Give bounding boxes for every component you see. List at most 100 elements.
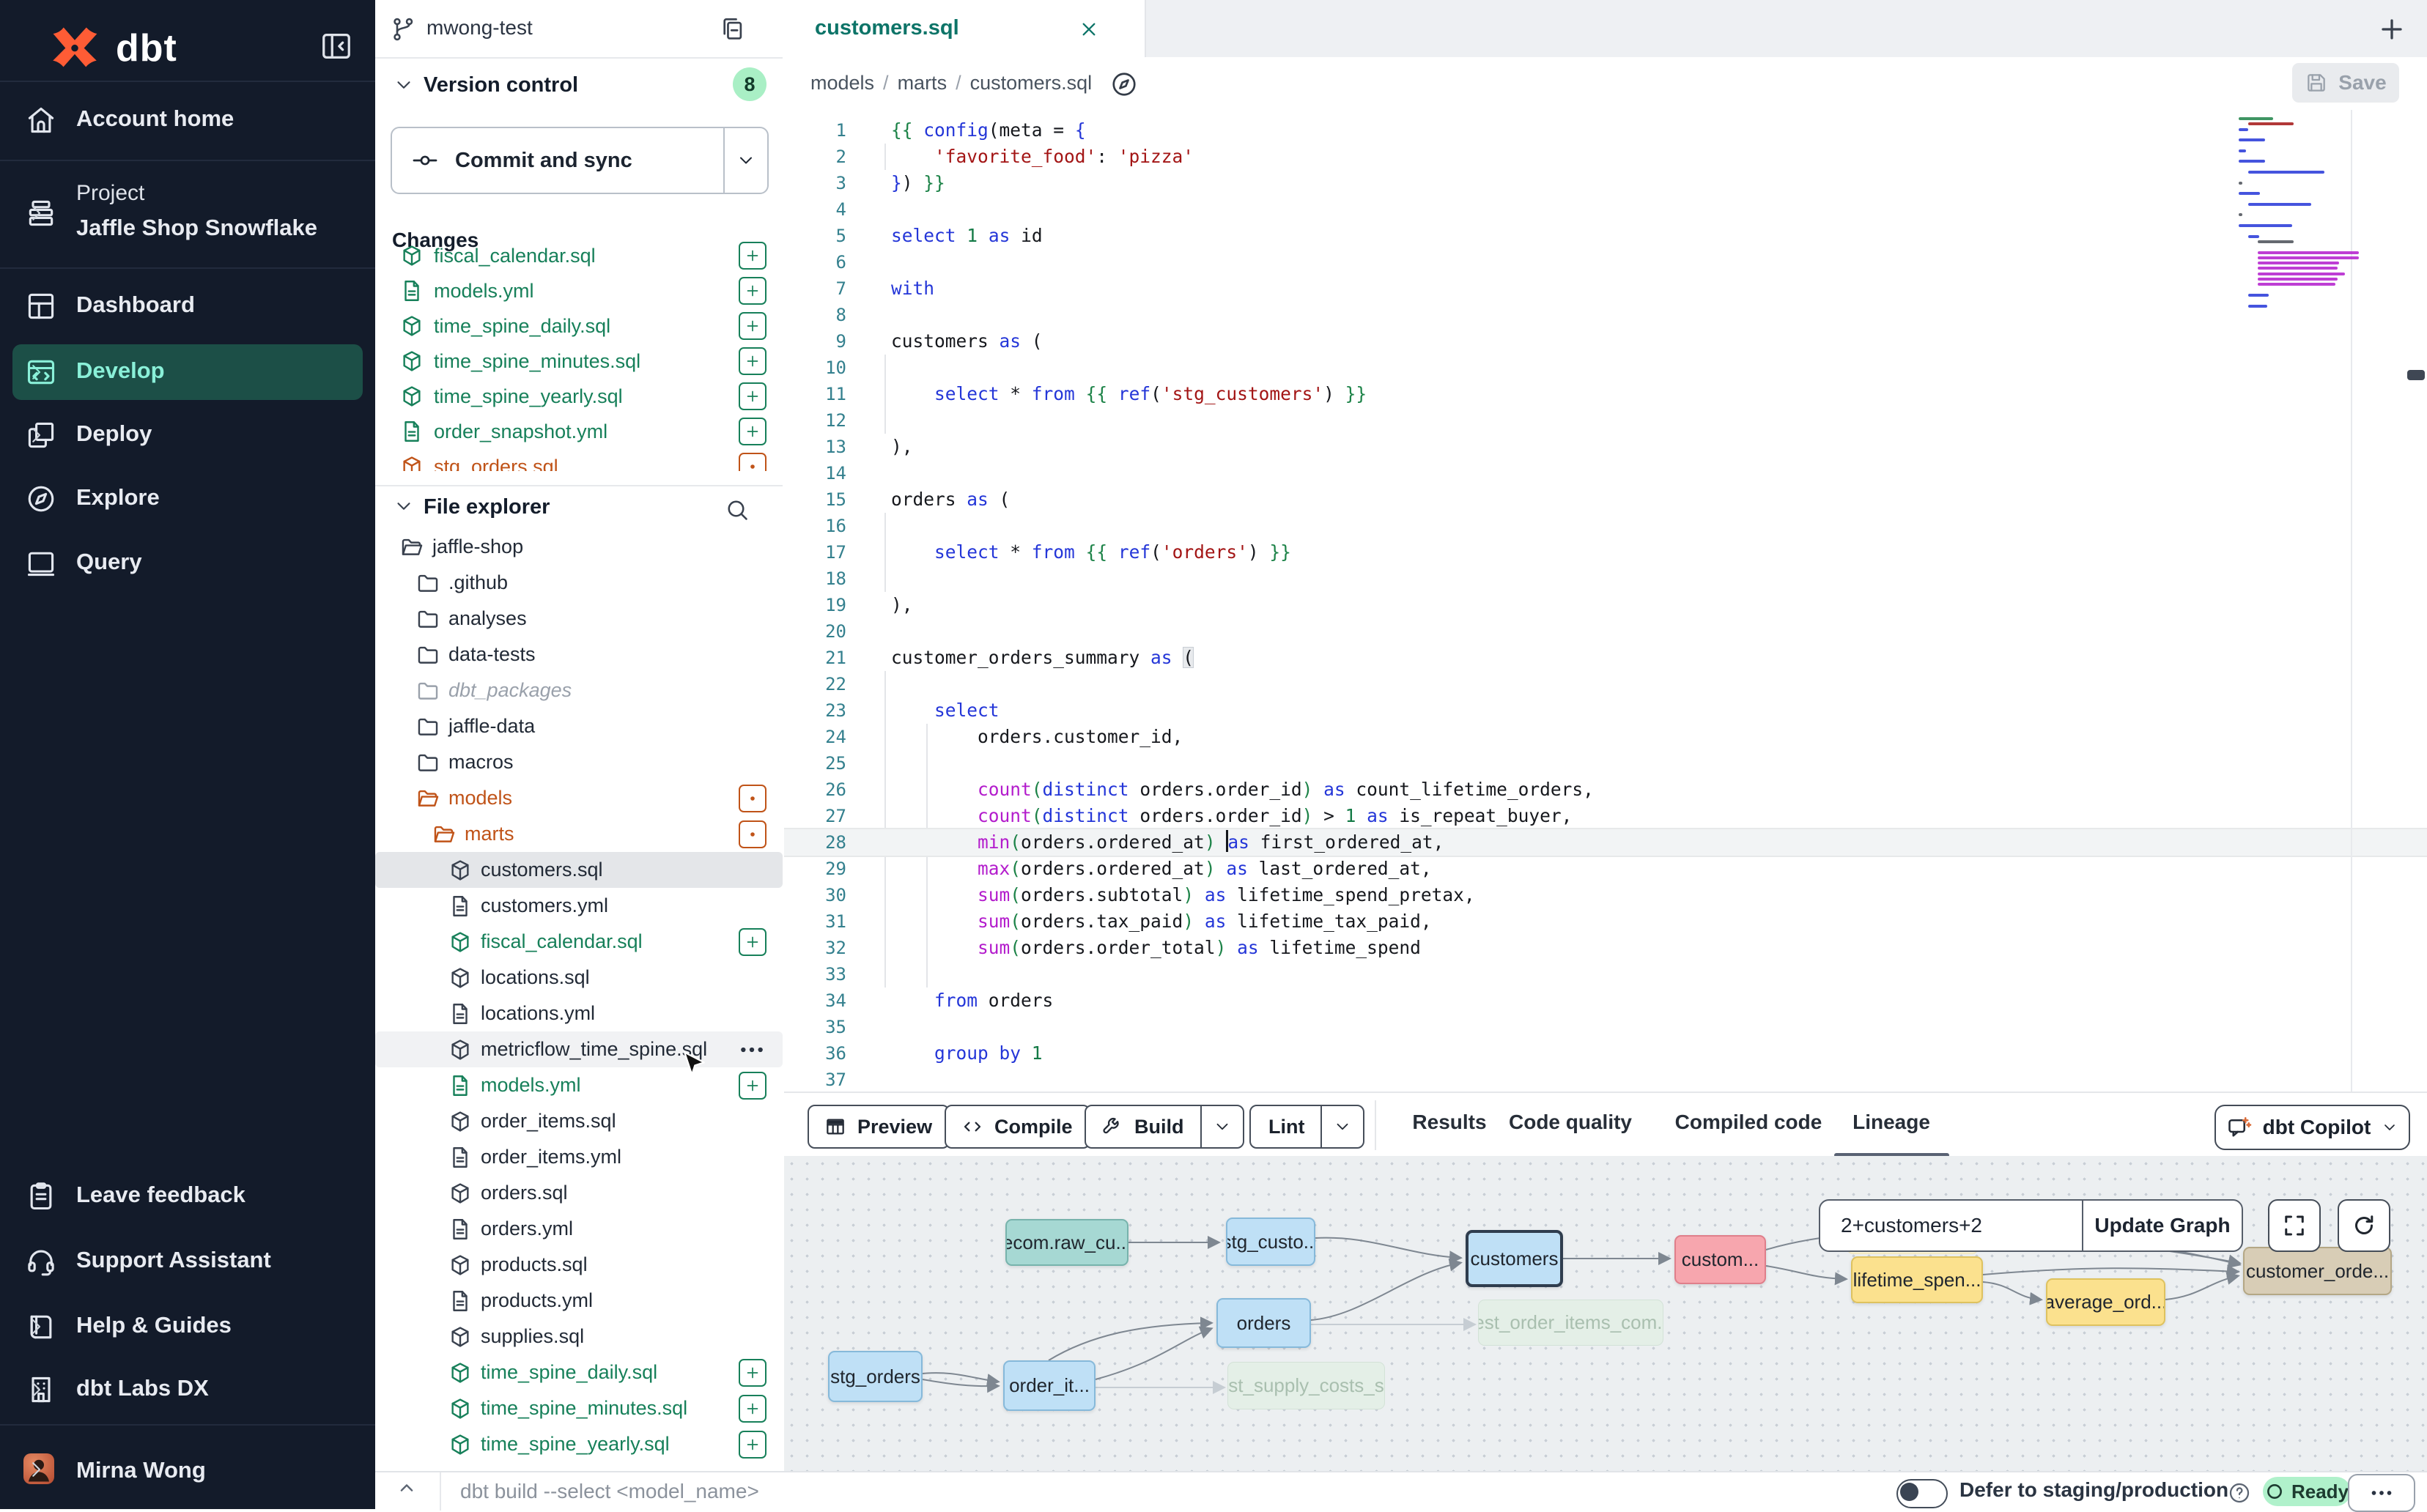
tree-item-order_items.sql[interactable]: order_items.sql	[375, 1103, 783, 1139]
more-options-button[interactable]	[2348, 1474, 2415, 1512]
sidebar-item-develop[interactable]: Develop	[12, 344, 363, 400]
code-line-13[interactable]: 13),	[784, 434, 2427, 460]
code-line-12[interactable]: 12	[784, 407, 2427, 434]
commit-and-sync-button[interactable]: Commit and sync	[391, 127, 769, 194]
code-line-27[interactable]: 27 count(distinct orders.order_id) > 1 a…	[784, 803, 2427, 829]
lineage-node-customers[interactable]: customers	[1466, 1230, 1563, 1287]
tab-compiled-code[interactable]: Compiled code	[1675, 1111, 1822, 1134]
code-line-30[interactable]: 30 sum(orders.subtotal) as lifetime_spen…	[784, 882, 2427, 908]
code-line-2[interactable]: 2 'favorite_food': 'pizza'	[784, 144, 2427, 170]
collapse-panel-icon[interactable]	[394, 1475, 419, 1500]
build-button[interactable]: Build	[1085, 1105, 1244, 1149]
code-line-26[interactable]: 26 count(distinct orders.order_id) as co…	[784, 777, 2427, 803]
stage-file-button[interactable]	[739, 1072, 766, 1100]
code-line-34[interactable]: 34 from orders	[784, 987, 2427, 1014]
tree-item-jaffle-shop[interactable]: jaffle-shop	[375, 529, 783, 565]
close-icon[interactable]	[1077, 18, 1101, 41]
refresh-button[interactable]	[2338, 1199, 2390, 1252]
tree-item-order_items.yml[interactable]: order_items.yml	[375, 1139, 783, 1175]
lineage-node-order_it[interactable]: order_it...	[1003, 1360, 1096, 1411]
code-line-22[interactable]: 22	[784, 671, 2427, 697]
lineage-node-custom[interactable]: custom...	[1674, 1235, 1766, 1284]
lineage-node-orders[interactable]: orders	[1216, 1298, 1311, 1348]
code-line-16[interactable]: 16	[784, 513, 2427, 539]
stage-file-button[interactable]	[739, 277, 766, 305]
stage-file-button[interactable]	[739, 453, 766, 471]
fullscreen-button[interactable]	[2268, 1199, 2321, 1252]
code-line-24[interactable]: 24 orders.customer_id,	[784, 724, 2427, 750]
lint-button[interactable]: Lint	[1249, 1105, 1364, 1149]
tree-item-dbt_packages[interactable]: dbt_packages	[375, 672, 783, 708]
code-line-11[interactable]: 11 select * from {{ ref('stg_customers')…	[784, 381, 2427, 407]
stage-file-button[interactable]	[739, 418, 766, 445]
tree-item-data-tests[interactable]: data-tests	[375, 637, 783, 672]
tree-item-products.yml[interactable]: products.yml	[375, 1283, 783, 1319]
breadcrumb-models[interactable]: models	[810, 72, 874, 94]
code-line-17[interactable]: 17 select * from {{ ref('orders') }}	[784, 539, 2427, 566]
minimap[interactable]	[2239, 116, 2349, 431]
code-line-8[interactable]: 8	[784, 302, 2427, 328]
tree-item-locations.yml[interactable]: locations.yml	[375, 996, 783, 1031]
tab-lineage[interactable]: Lineage	[1852, 1111, 1930, 1134]
tree-item-products.sql[interactable]: products.sql	[375, 1247, 783, 1283]
tree-item-orders.sql[interactable]: orders.sql	[375, 1175, 783, 1211]
commit-options-dropdown[interactable]	[723, 128, 767, 193]
tab-results[interactable]: Results	[1412, 1111, 1486, 1134]
dbt-copilot-button[interactable]: dbt Copilot	[2214, 1105, 2410, 1150]
dbt-logo[interactable]: dbt	[47, 21, 177, 76]
changed-file-order_snapshot.yml[interactable]: order_snapshot.yml	[375, 414, 783, 449]
lineage-node-stg_orders[interactable]: stg_orders	[828, 1351, 923, 1402]
tree-item-models.yml[interactable]: models.yml	[375, 1067, 783, 1103]
code-line-7[interactable]: 7with	[784, 275, 2427, 302]
code-line-5[interactable]: 5select 1 as id	[784, 223, 2427, 249]
code-line-25[interactable]: 25	[784, 750, 2427, 777]
code-line-19[interactable]: 19),	[784, 592, 2427, 618]
stage-file-button[interactable]	[739, 928, 766, 956]
stage-file-button[interactable]	[739, 785, 766, 812]
help-icon[interactable]	[2228, 1481, 2251, 1505]
tree-item-jaffle-data[interactable]: jaffle-data	[375, 708, 783, 744]
build-options-dropdown[interactable]	[1200, 1106, 1243, 1147]
changed-file-time_spine_daily.sql[interactable]: time_spine_daily.sql	[375, 308, 783, 344]
chevron-down-icon[interactable]	[393, 495, 415, 517]
tree-item-models[interactable]: models	[375, 780, 783, 816]
command-input[interactable]: dbt build --select <model_name>	[460, 1480, 759, 1503]
changed-file-time_spine_yearly.sql[interactable]: time_spine_yearly.sql	[375, 379, 783, 414]
stage-file-button[interactable]	[739, 1395, 766, 1423]
copy-icon[interactable]	[718, 15, 746, 42]
preview-button[interactable]: Preview	[808, 1105, 950, 1149]
code-line-14[interactable]: 14	[784, 460, 2427, 486]
changed-file-time_spine_minutes.sql[interactable]: time_spine_minutes.sql	[375, 344, 783, 379]
code-line-31[interactable]: 31 sum(orders.tax_paid) as lifetime_tax_…	[784, 908, 2427, 935]
new-tab-icon[interactable]	[2379, 16, 2405, 42]
chevron-down-icon[interactable]	[393, 74, 415, 96]
file-menu-icon[interactable]	[737, 1035, 766, 1064]
tab-code-quality[interactable]: Code quality	[1509, 1111, 1632, 1134]
changed-file-stg_orders.sql[interactable]: stg_orders.sql	[375, 449, 783, 471]
code-line-21[interactable]: 21customer_orders_summary as (	[784, 645, 2427, 671]
changed-file-fiscal_calendar.sql[interactable]: fiscal_calendar.sql	[375, 238, 783, 273]
lineage-node-ecomraw_cu[interactable]: ecom.raw_cu...	[1005, 1219, 1128, 1266]
code-line-23[interactable]: 23 select	[784, 697, 2427, 724]
update-graph-button[interactable]: Update Graph	[2083, 1201, 2242, 1250]
code-line-18[interactable]: 18	[784, 566, 2427, 592]
tree-item-fiscal_calendar.sql[interactable]: fiscal_calendar.sql	[375, 924, 783, 960]
code-line-9[interactable]: 9customers as (	[784, 328, 2427, 355]
code-line-6[interactable]: 6	[784, 249, 2427, 275]
code-line-32[interactable]: 32 sum(orders.order_total) as lifetime_s…	[784, 935, 2427, 961]
sidebar-collapse-icon[interactable]	[319, 29, 353, 63]
breadcrumb-marts[interactable]: marts	[898, 72, 947, 94]
code-line-4[interactable]: 4	[784, 196, 2427, 223]
defer-toggle[interactable]	[1896, 1479, 1948, 1508]
breadcrumb-file[interactable]: customers.sql	[970, 72, 1093, 94]
stage-file-button[interactable]	[739, 382, 766, 410]
stage-file-button[interactable]	[739, 242, 766, 270]
search-icon[interactable]	[724, 497, 750, 523]
lineage-node-customer_orde[interactable]: customer_orde...	[2243, 1247, 2392, 1295]
tree-item-time_spine_minutes.sql[interactable]: time_spine_minutes.sql	[375, 1390, 783, 1426]
code-line-10[interactable]: 10	[784, 355, 2427, 381]
tree-item-locations.sql[interactable]: locations.sql	[375, 960, 783, 996]
code-line-15[interactable]: 15orders as (	[784, 486, 2427, 513]
code-line-33[interactable]: 33	[784, 961, 2427, 987]
stage-file-button[interactable]	[739, 1431, 766, 1459]
